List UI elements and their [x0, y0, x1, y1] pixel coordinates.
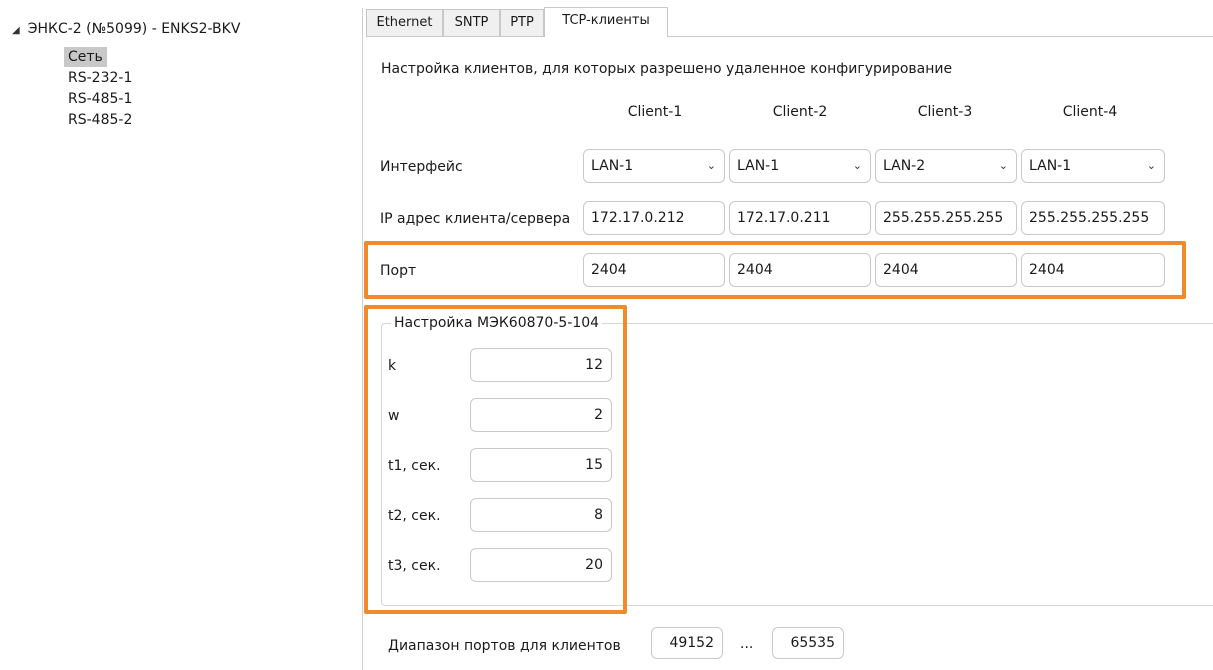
column-header-client-2: Client-2: [772, 104, 828, 120]
ip-input-client-3[interactable]: 255.255.255.255: [875, 201, 1017, 235]
interface-value: LAN-1: [591, 158, 634, 174]
ip-label: IP адрес клиента/сервера: [380, 211, 571, 227]
interface-select-client-1[interactable]: LAN-1 ⌄: [583, 149, 725, 183]
port-row-highlight: [364, 241, 1186, 299]
device-tree: ◢ ЭНКС-2 (№5099) - ENKS2-BKV Сеть RS-232-…: [0, 0, 360, 670]
iec-group-highlight: [364, 305, 627, 614]
port-range-label: Диапазон портов для клиентов: [388, 638, 621, 654]
tab-sntp[interactable]: SNTP: [443, 9, 500, 37]
chevron-down-icon: ⌄: [998, 159, 1008, 172]
ip-input-client-4[interactable]: 255.255.255.255: [1021, 201, 1165, 235]
column-header-client-1: Client-1: [627, 104, 683, 120]
interface-value: LAN-1: [1029, 158, 1072, 174]
tree-root-node[interactable]: ◢ ЭНКС-2 (№5099) - ENKS2-BKV: [12, 21, 240, 37]
tree-item-rs485-2[interactable]: RS-485-2: [64, 110, 136, 130]
expand-triangle-icon[interactable]: ◢: [12, 25, 20, 36]
interface-value: LAN-2: [883, 158, 926, 174]
interface-select-client-4[interactable]: LAN-1 ⌄: [1021, 149, 1165, 183]
clients-description: Настройка клиентов, для которых разрешен…: [381, 61, 953, 77]
tab-ethernet[interactable]: Ethernet: [366, 9, 443, 37]
column-header-client-4: Client-4: [1062, 104, 1118, 120]
tree-item-rs232-1[interactable]: RS-232-1: [64, 68, 136, 88]
column-header-client-3: Client-3: [917, 104, 973, 120]
interface-select-client-3[interactable]: LAN-2 ⌄: [875, 149, 1017, 183]
tree-item-network[interactable]: Сеть: [64, 47, 107, 67]
port-range-from-input[interactable]: 49152: [651, 627, 723, 659]
chevron-down-icon: ⌄: [852, 159, 862, 172]
tab-baseline: [366, 36, 1213, 37]
interface-value: LAN-1: [737, 158, 780, 174]
panel-divider: [362, 8, 363, 670]
port-range-to-input[interactable]: 65535: [772, 627, 844, 659]
port-range-separator: ...: [740, 636, 754, 652]
interface-select-client-2[interactable]: LAN-1 ⌄: [729, 149, 871, 183]
tab-tcp-clients[interactable]: TCP-клиенты: [544, 7, 668, 37]
tree-item-rs485-1[interactable]: RS-485-1: [64, 89, 136, 109]
interface-label: Интерфейс: [380, 159, 463, 175]
tab-ptp[interactable]: PTP: [500, 9, 544, 37]
ip-input-client-1[interactable]: 172.17.0.212: [583, 201, 725, 235]
ip-input-client-2[interactable]: 172.17.0.211: [729, 201, 871, 235]
chevron-down-icon: ⌄: [1146, 159, 1156, 172]
chevron-down-icon: ⌄: [706, 159, 716, 172]
tree-root-label: ЭНКС-2 (№5099) - ENKS2-BKV: [27, 21, 241, 37]
